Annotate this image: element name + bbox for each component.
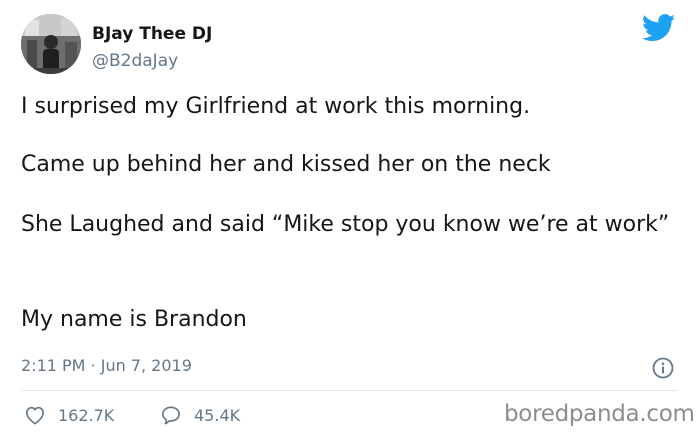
tweet-paragraph: I surprised my Girlfriend at work this m… — [21, 94, 531, 119]
info-icon[interactable] — [652, 357, 674, 379]
reply-button[interactable]: 45.4K — [160, 403, 240, 427]
like-count: 162.7K — [58, 405, 115, 425]
tweet-paragraph: She Laughed and said “Mike stop you know… — [21, 212, 670, 237]
tweet-timestamp[interactable]: 2:11 PM · Jun 7, 2019 — [21, 356, 192, 375]
like-button[interactable]: 162.7K — [24, 403, 114, 427]
author-handle[interactable]: @B2daJay — [92, 51, 178, 71]
watermark: boredpanda.com — [504, 401, 695, 427]
tweet-card: BJay Thee DJ @B2daJay I surprised my Gir… — [0, 0, 700, 447]
twitter-bird-icon[interactable] — [642, 14, 676, 42]
tweet-paragraph: Came up behind her and kissed her on the… — [21, 152, 551, 177]
heart-icon — [26, 406, 44, 425]
reply-count: 45.4K — [194, 405, 241, 425]
reply-bubble-icon — [162, 406, 180, 425]
avatar-image — [21, 14, 81, 74]
tweet-paragraph: My name is Brandon — [21, 307, 247, 332]
author-display-name[interactable]: BJay Thee DJ — [92, 24, 212, 44]
divider — [21, 390, 678, 391]
avatar[interactable] — [21, 14, 81, 74]
